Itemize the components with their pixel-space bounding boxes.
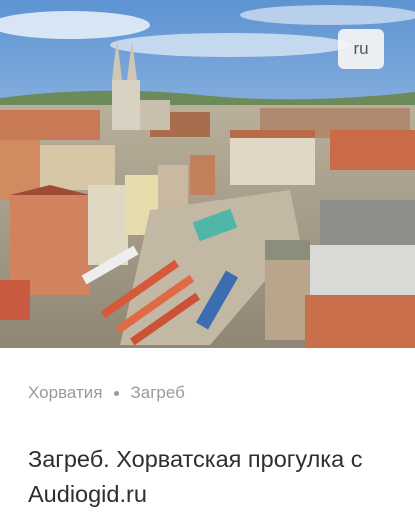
breadcrumb-country[interactable]: Хорватия xyxy=(28,383,102,403)
tour-card[interactable]: ru Хорватия Загреб Загреб. Хорватская пр… xyxy=(0,0,415,521)
breadcrumb-separator-dot xyxy=(114,390,120,396)
breadcrumb: Хорватия Загреб xyxy=(28,383,185,403)
language-badge[interactable]: ru xyxy=(338,29,384,69)
tour-title[interactable]: Загреб. Хорватская прогулка с Audiogid.r… xyxy=(28,442,398,512)
card-content: Хорватия Загреб Загреб. Хорватская прогу… xyxy=(0,348,415,521)
tour-cover-photo[interactable]: ru xyxy=(0,0,415,348)
breadcrumb-city[interactable]: Загреб xyxy=(130,383,184,403)
